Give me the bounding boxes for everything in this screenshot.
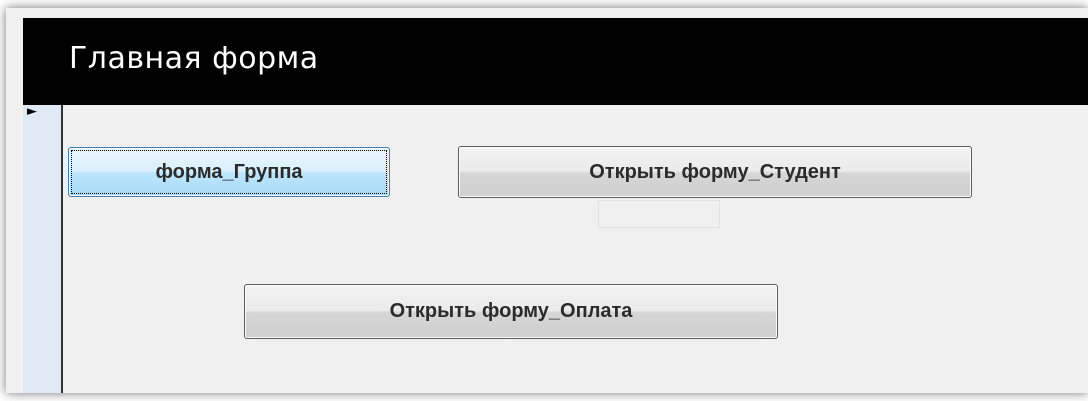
main-form-window: Главная форма ► форма_Группа Открыть фор…: [6, 8, 1088, 393]
triangle-right-icon: ►: [27, 104, 37, 119]
open-student-form-button[interactable]: Открыть форму_Студент: [458, 146, 972, 198]
form-title: Главная форма: [69, 41, 319, 76]
open-payment-form-button[interactable]: Открыть форму_Оплата: [244, 284, 778, 339]
group-form-button[interactable]: форма_Группа: [68, 147, 390, 197]
record-selector[interactable]: ►: [23, 104, 63, 393]
form-header: Главная форма: [23, 18, 1088, 105]
hidden-control: [598, 200, 720, 228]
